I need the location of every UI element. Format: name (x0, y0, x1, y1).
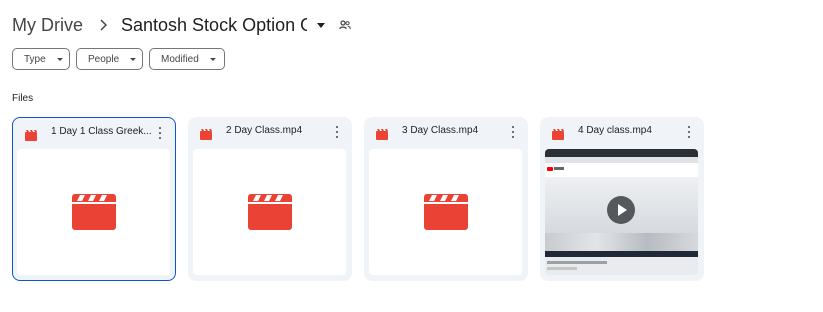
filter-type-label: Type (24, 53, 46, 65)
video-file-icon (200, 127, 212, 145)
video-file-icon (25, 128, 37, 146)
current-folder-name: Santosh Stock Option O... (121, 14, 307, 35)
filter-people-label: People (88, 53, 120, 65)
breadcrumb: My Drive Santosh Stock Option O... (12, 12, 351, 38)
video-file-icon (552, 127, 564, 145)
file-thumbnail (369, 149, 522, 275)
dropdown-arrow-icon (317, 22, 325, 28)
file-card[interactable]: 4 Day class.mp4 (540, 117, 704, 281)
video-placeholder-icon (423, 194, 468, 230)
thumbnail-browser-bar (545, 149, 698, 157)
video-placeholder-icon (247, 194, 292, 230)
thumbnail-chart-strip (545, 233, 698, 251)
youtube-logo-icon (547, 167, 553, 171)
filter-modified-label: Modified (161, 53, 199, 65)
play-icon[interactable] (607, 196, 635, 224)
file-card[interactable]: 2 Day Class.mp4 (188, 117, 352, 281)
more-options-icon[interactable] (157, 126, 163, 140)
file-thumbnail (193, 149, 346, 275)
thumbnail-caption-line (547, 267, 577, 270)
file-name: 3 Day Class.mp4 (402, 125, 479, 136)
thumbnail-caption-line (547, 261, 607, 264)
drive-folder-view: My Drive Santosh Stock Option O... Type … (0, 0, 823, 312)
breadcrumb-my-drive[interactable]: My Drive (12, 15, 83, 36)
video-screenshot-thumbnail (545, 149, 698, 275)
filter-people-chip[interactable]: People (76, 48, 143, 70)
filter-type-chip[interactable]: Type (12, 48, 70, 70)
file-name: 1 Day 1 Class Greek... (51, 126, 151, 137)
thumbnail-taskbar (545, 251, 698, 257)
file-card[interactable]: 1 Day 1 Class Greek... (12, 117, 176, 281)
video-placeholder-icon (71, 194, 116, 230)
more-options-icon[interactable] (334, 125, 340, 139)
filter-modified-chip[interactable]: Modified (149, 48, 225, 70)
dropdown-arrow-icon (56, 57, 63, 61)
file-thumbnail (17, 149, 170, 275)
file-name: 4 Day class.mp4 (578, 125, 652, 136)
more-options-icon[interactable] (510, 125, 516, 139)
shared-folder-icon[interactable] (339, 20, 351, 30)
file-name: 2 Day Class.mp4 (226, 125, 303, 136)
more-options-icon[interactable] (686, 125, 692, 139)
thumbnail-header-text (554, 167, 564, 170)
thumbnail-page-header (545, 163, 698, 177)
files-section-title: Files (12, 93, 34, 104)
video-file-icon (376, 127, 388, 145)
filter-chips: Type People Modified (12, 48, 225, 70)
dropdown-arrow-icon (209, 57, 216, 61)
file-card[interactable]: 3 Day Class.mp4 (364, 117, 528, 281)
chevron-right-icon (99, 19, 107, 31)
dropdown-arrow-icon (130, 57, 137, 61)
breadcrumb-current-folder[interactable]: Santosh Stock Option O... (121, 15, 325, 36)
